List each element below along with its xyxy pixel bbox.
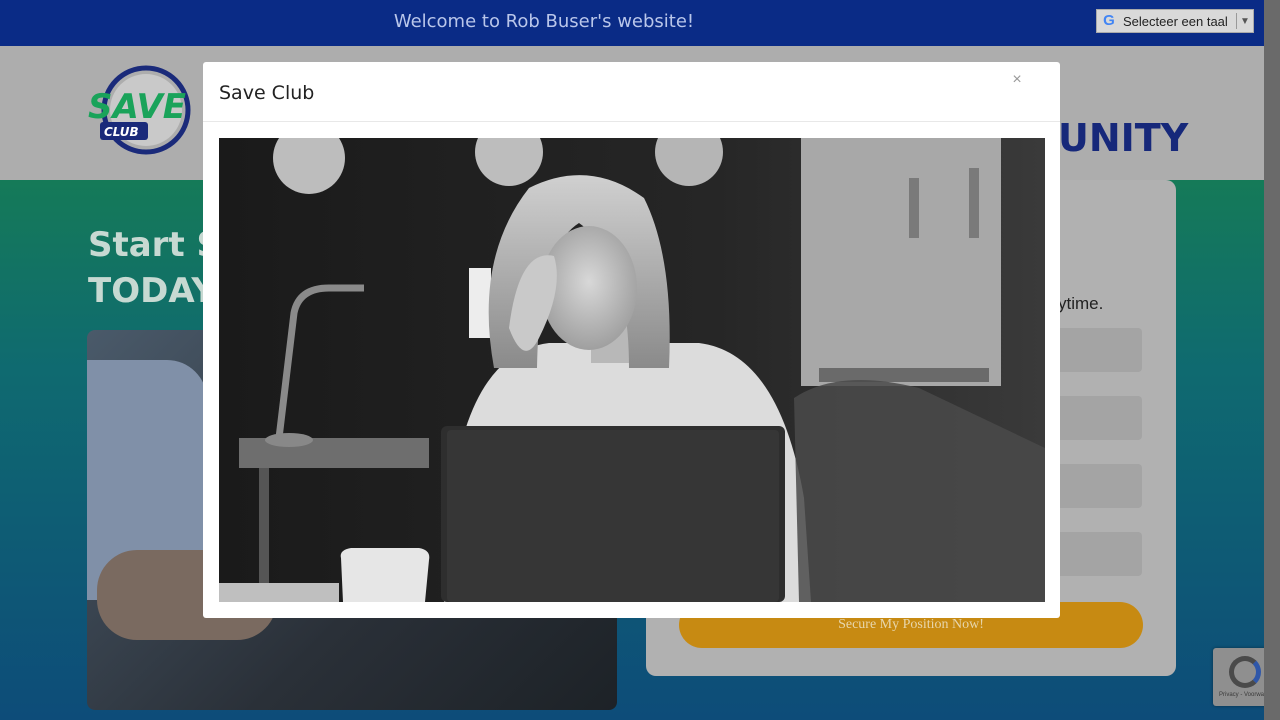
save-club-modal: Save Club × xyxy=(203,62,1060,618)
close-icon[interactable]: × xyxy=(1009,72,1025,88)
modal-photo-illustration xyxy=(219,138,1045,602)
modal-photo xyxy=(219,138,1045,602)
modal-title: Save Club xyxy=(219,82,315,104)
modal-header: Save Club × xyxy=(203,62,1060,122)
page-scrollbar[interactable] xyxy=(1264,0,1280,720)
